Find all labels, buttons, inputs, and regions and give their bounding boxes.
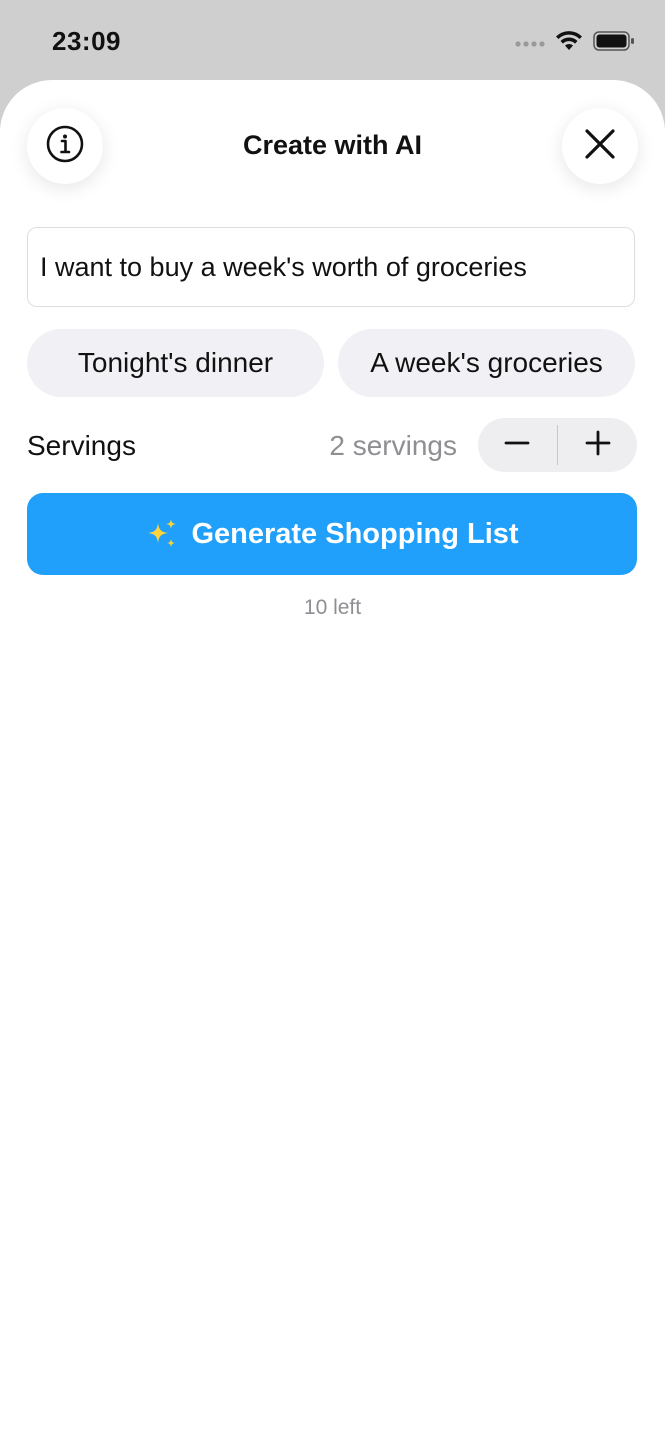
- increment-servings-button[interactable]: [558, 418, 637, 472]
- create-with-ai-sheet: Create with AI Tonight's dinner A week's…: [0, 80, 665, 1440]
- sheet-header: Create with AI: [0, 80, 665, 212]
- servings-label: Servings: [27, 430, 136, 461]
- wifi-icon: [555, 30, 583, 57]
- sparkles-icon: [145, 517, 179, 551]
- generate-shopping-list-button[interactable]: Generate Shopping List: [27, 493, 637, 575]
- remaining-count: 10 left: [303, 596, 362, 619]
- servings-row: Servings 2 servings: [27, 418, 637, 474]
- status-time: 23:09: [52, 26, 121, 56]
- generate-button-label: Generate Shopping List: [191, 517, 519, 550]
- suggestion-chip-tonights-dinner[interactable]: Tonight's dinner: [27, 329, 324, 397]
- status-bar: 23:09: [0, 0, 665, 80]
- suggestion-chip-weeks-groceries[interactable]: A week's groceries: [338, 329, 635, 397]
- servings-value: 2 servings: [329, 430, 457, 461]
- servings-stepper: [478, 418, 637, 472]
- suggestion-chip-label: A week's groceries: [370, 347, 603, 378]
- close-button[interactable]: [562, 108, 638, 184]
- minus-icon: [504, 430, 530, 461]
- decrement-servings-button[interactable]: [478, 418, 557, 472]
- close-x-icon: [583, 127, 617, 166]
- cellular-dots-icon: [515, 35, 545, 53]
- battery-icon: [593, 30, 635, 57]
- prompt-input[interactable]: [27, 227, 635, 307]
- plus-icon: [585, 430, 611, 461]
- status-icons: [515, 30, 635, 57]
- suggestion-chips: Tonight's dinner A week's groceries: [27, 329, 635, 397]
- suggestion-chip-label: Tonight's dinner: [77, 347, 274, 378]
